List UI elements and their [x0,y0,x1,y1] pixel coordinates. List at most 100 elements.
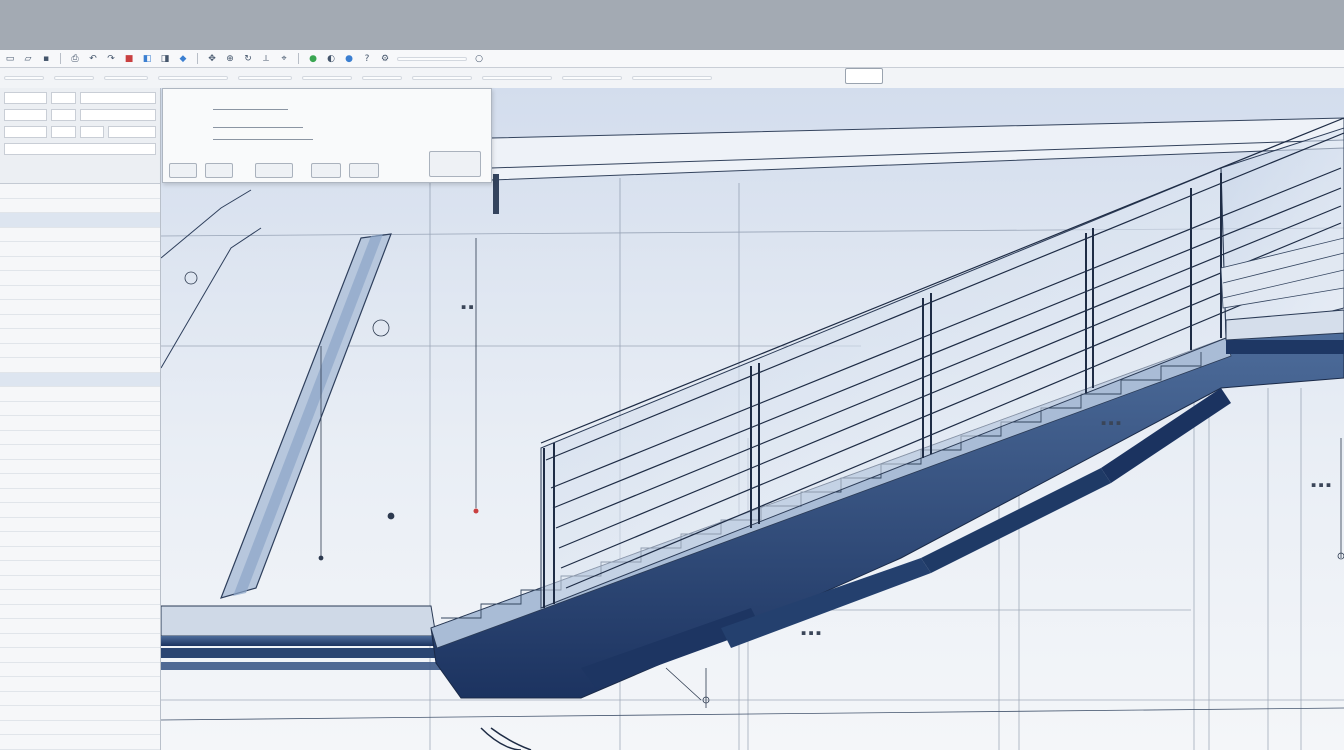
property-field[interactable] [4,109,48,121]
dialog-button[interactable] [255,163,293,178]
dialog-button[interactable] [349,163,379,178]
redo-icon[interactable]: ↷ [105,53,117,65]
paste-icon[interactable]: ◨ [159,53,171,65]
staircase-model [160,88,1344,750]
property-row[interactable] [0,561,160,576]
property-row[interactable] [0,547,160,561]
globe-icon[interactable]: ● [343,53,355,65]
property-row[interactable] [0,619,160,634]
property-row[interactable] [0,199,160,213]
property-row[interactable] [0,257,160,271]
match-icon[interactable]: ◆ [177,53,189,65]
search-icon[interactable]: ○ [473,53,485,65]
property-row[interactable] [0,503,160,518]
dialog-button[interactable] [429,151,481,177]
property-field[interactable] [79,126,105,138]
property-row[interactable] [0,315,160,329]
save-icon[interactable]: ▪ [40,53,52,65]
zoom-icon[interactable]: ⊕ [224,53,236,65]
property-field[interactable] [80,92,156,104]
properties-panel [0,88,161,750]
property-row[interactable] [0,387,160,402]
property-row[interactable] [0,271,160,286]
open-icon[interactable]: ▱ [22,53,34,65]
property-row[interactable] [0,634,160,648]
dialog-button[interactable] [311,163,341,178]
new-icon[interactable]: ▭ [4,53,16,65]
property-row[interactable] [0,416,160,431]
dialog-row [213,129,313,140]
ribbon-field[interactable] [54,76,94,80]
property-field[interactable] [51,126,76,138]
property-field[interactable] [51,92,76,104]
ribbon-field[interactable] [362,76,402,80]
view-search-box[interactable] [845,68,883,84]
property-field[interactable] [4,126,48,138]
property-row[interactable] [0,358,160,373]
property-row[interactable] [0,402,160,416]
print-icon[interactable]: ⎙ [69,53,81,65]
toolbar-divider [298,53,299,64]
ribbon-field[interactable] [238,76,292,80]
annotation-label: ▪ ▪ ▪ [1101,418,1122,427]
ribbon-field[interactable] [562,76,622,80]
property-field[interactable] [4,92,48,104]
dialog-row [213,99,288,110]
property-row[interactable] [0,721,160,735]
property-row[interactable] [0,663,160,677]
ribbon-field[interactable] [4,76,44,80]
ribbon-field[interactable] [302,76,352,80]
property-row[interactable] [0,532,160,547]
property-row[interactable] [0,590,160,605]
property-row[interactable] [0,474,160,489]
command-dialog[interactable] [162,88,492,183]
property-row[interactable] [0,576,160,590]
property-row[interactable] [0,648,160,663]
ribbon-field[interactable] [104,76,148,80]
main-toolbar: ▭ ▱ ▪ ⎙ ↶ ↷ ■ ◧ ◨ ◆ ✥ ⊕ ↻ ⟂ ⌖ ● ◐ ● ? ⚙ … [0,50,1344,68]
ribbon-field[interactable] [158,76,228,80]
ribbon-field[interactable] [412,76,472,80]
property-row[interactable] [0,372,160,387]
property-row[interactable] [0,286,160,300]
rotate-icon[interactable]: ↻ [242,53,254,65]
property-row[interactable] [0,213,160,228]
ribbon-field[interactable] [482,76,552,80]
ribbon-field[interactable] [632,76,712,80]
property-row[interactable] [0,184,160,199]
property-row[interactable] [0,735,160,750]
snap-icon[interactable]: ⌖ [278,53,290,65]
property-row[interactable] [0,692,160,706]
toolbar-dropdown[interactable] [397,56,467,61]
render-icon[interactable]: ◐ [325,53,337,65]
property-field[interactable] [4,143,156,155]
undo-icon[interactable]: ↶ [87,53,99,65]
property-row[interactable] [0,300,160,315]
property-row[interactable] [0,431,160,445]
property-row[interactable] [0,706,160,721]
property-row[interactable] [0,677,160,692]
measure-icon[interactable]: ⟂ [260,53,272,65]
pan-icon[interactable]: ✥ [206,53,218,65]
property-row[interactable] [0,242,160,257]
property-row[interactable] [0,489,160,503]
cut-icon[interactable]: ■ [123,53,135,65]
property-field[interactable] [51,109,76,121]
property-field[interactable] [80,109,156,121]
dialog-button[interactable] [205,163,233,178]
property-row[interactable] [0,460,160,474]
property-row[interactable] [0,329,160,344]
dialog-button[interactable] [169,163,197,178]
property-row[interactable] [0,445,160,460]
dialog-row [213,117,303,128]
property-row[interactable] [0,518,160,532]
property-row[interactable] [0,605,160,619]
property-field[interactable] [108,126,157,138]
copy-icon[interactable]: ◧ [141,53,153,65]
3d-viewport[interactable]: ▪ ▪ ▪ ▪ ▪ ▪ ▪ ▪ ▪ ▪ ▪ [160,88,1344,750]
layer-icon[interactable]: ● [307,53,319,65]
property-row[interactable] [0,228,160,242]
help-icon[interactable]: ? [361,53,373,65]
property-row[interactable] [0,344,160,358]
settings-icon[interactable]: ⚙ [379,53,391,65]
